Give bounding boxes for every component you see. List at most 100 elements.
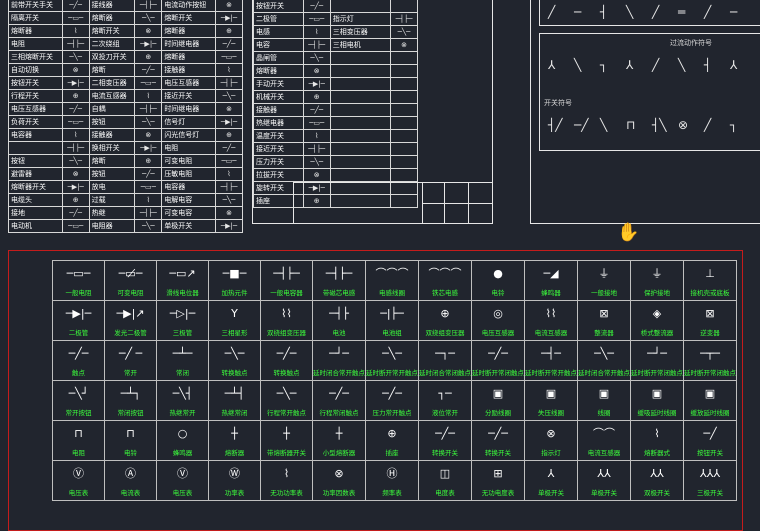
library-cell[interactable]: ⅄ 单极开关 bbox=[524, 460, 578, 501]
legend-label: 熔断器开关 bbox=[8, 180, 63, 194]
library-cell[interactable]: ─┘─ 延时闭合常开触点 bbox=[312, 340, 366, 381]
library-cell[interactable]: ─▭̸─ 可变电阻 bbox=[104, 260, 157, 301]
library-cell[interactable]: ▣ 线圈 bbox=[577, 380, 631, 421]
library-cell[interactable]: ⊞ 无功电度表 bbox=[471, 460, 525, 501]
library-cell[interactable]: ─╱─ 行程常闭触点 bbox=[312, 380, 366, 421]
library-cell[interactable]: ─╲─ 转换触点 bbox=[208, 340, 261, 381]
library-cell[interactable]: ┼ 熔断器 bbox=[208, 420, 261, 461]
legend-symbol: ─╲─ bbox=[134, 115, 163, 129]
library-cell[interactable]: ⌒⌒⌒ 电感线圈 bbox=[365, 260, 419, 301]
library-cell[interactable]: ─■─ 加热元件 bbox=[208, 260, 261, 301]
legend-symbol: ─┤├─ bbox=[390, 12, 418, 26]
library-cell[interactable]: ─▭─ 一般电阻 bbox=[52, 260, 105, 301]
library-cell[interactable]: ⌒⌒⌒ 铁芯电感 bbox=[418, 260, 472, 301]
library-cell[interactable]: ⅄⅄ 双极开关 bbox=[630, 460, 684, 501]
legend-label: 三相电机 bbox=[329, 38, 392, 52]
legend-row: 电感 ⌇ 三相变压器 ─╲─ bbox=[253, 25, 418, 39]
library-cell[interactable]: ─╲─ 行程常开触点 bbox=[260, 380, 313, 421]
library-cell[interactable]: ● 电铃 bbox=[471, 260, 525, 301]
library-cell[interactable]: ─┬─ 延时断开常闭触点 bbox=[683, 340, 737, 381]
library-cell[interactable]: ─╱ ─ 常开 bbox=[104, 340, 157, 381]
library-cell[interactable]: ─╱─ 转换触点 bbox=[260, 340, 313, 381]
library-cell[interactable]: Y 三相星形 bbox=[208, 300, 261, 341]
library-cell[interactable]: ⊕ 双绕组变压器 bbox=[418, 300, 472, 341]
legend-symbol: ─╱─ bbox=[302, 0, 331, 13]
library-cell[interactable]: ▣ 失压线圈 bbox=[524, 380, 578, 421]
library-cell[interactable]: ─╲┤ 热继常开 bbox=[156, 380, 209, 421]
legend-label: 二次绕组 bbox=[88, 37, 136, 51]
cad-drawing-canvas[interactable]: 前带开关手关 ─╱─ 接线器 ─┤├─ 电流动作按钮 ⊗ 隔离开关 ─▭─ 熔断器 ─╲─ 熔断开关… bbox=[0, 0, 760, 531]
library-cell[interactable]: ◎ 电压互感器 bbox=[471, 300, 525, 341]
library-cell[interactable]: ─┴┐ 常闭按钮 bbox=[104, 380, 157, 421]
library-cell[interactable]: ─┤├─ 一般电容器 bbox=[260, 260, 313, 301]
library-cell[interactable]: ─╱─ 转换开关 bbox=[471, 420, 525, 461]
legend-row: 隔离开关 ─▭─ 熔断器 ─╲─ 熔断开关 ─▶|─ bbox=[8, 11, 243, 25]
library-cell[interactable]: Ⓦ 功率表 bbox=[208, 460, 261, 501]
library-cell[interactable]: ○ 蜂鸣器 bbox=[156, 420, 209, 461]
library-cell[interactable]: ─▶|─ 二极管 bbox=[52, 300, 105, 341]
library-cell[interactable]: ▣ 缓吸延时线圈 bbox=[630, 380, 684, 421]
legend-label: 信号灯 bbox=[161, 115, 216, 129]
legend-symbol: ⌇ bbox=[215, 167, 243, 181]
library-cell[interactable]: ─╲┘ 常开按钮 bbox=[52, 380, 105, 421]
library-cell[interactable]: ⅄⅄⅄ 三极开关 bbox=[683, 460, 737, 501]
library-cell[interactable]: ⊗ 指示灯 bbox=[524, 420, 578, 461]
library-cell[interactable]: ◫ 电度表 bbox=[418, 460, 472, 501]
legend-label: 自动切换 bbox=[8, 63, 63, 77]
library-cell[interactable]: ┼ 小型熔断器 bbox=[312, 420, 366, 461]
library-cell[interactable]: ▣ 分励线圈 bbox=[471, 380, 525, 421]
library-cell[interactable]: ─▶|↗ 发光二极管 bbox=[104, 300, 157, 341]
library-cell[interactable]: ⏚ 保护接地 bbox=[630, 260, 684, 301]
library-symbol: ─╱─ bbox=[488, 347, 508, 360]
library-cell[interactable]: ⊓ 电阻 bbox=[52, 420, 105, 461]
library-cell[interactable]: ⌇ 熔断器式 bbox=[630, 420, 684, 461]
library-cell[interactable]: ─|├─ 电池组 bbox=[365, 300, 419, 341]
library-cell[interactable]: ─◢ 蜂鸣器 bbox=[524, 260, 578, 301]
library-cell[interactable]: ─┤─ 延时断开常开触点 bbox=[524, 340, 578, 381]
library-cell[interactable]: ⌇ 无功功率表 bbox=[260, 460, 313, 501]
library-symbol: ─┬─ bbox=[700, 347, 720, 360]
legend-label: 电解电容 bbox=[161, 193, 216, 207]
library-cell[interactable]: Ⓗ 频率表 bbox=[365, 460, 419, 501]
library-cell[interactable]: ─╱─ 压力常开触点 bbox=[365, 380, 419, 421]
library-cell[interactable]: ⊗ 功率因数表 bbox=[312, 460, 366, 501]
library-cell[interactable]: Ⓥ 电压表 bbox=[156, 460, 209, 501]
library-cell[interactable]: ─╲─ 延时闭合常开触点 bbox=[577, 340, 631, 381]
library-cell[interactable]: ─╱─ 转换开关 bbox=[418, 420, 472, 461]
library-cell[interactable]: Ⓥ 电压表 bbox=[52, 460, 105, 501]
library-cell[interactable]: ▣ 缓放延时线圈 bbox=[683, 380, 737, 421]
library-row: ─▭─ 一般电阻 ─▭̸─ 可变电阻 ─▭↗ 滑线电位器 ─■─ 加热元件 ─┤├─ 一般电容器 ─… bbox=[52, 260, 737, 301]
library-cell[interactable]: ⅄⅄ 单极开关 bbox=[577, 460, 631, 501]
switch-symbol: ┐ bbox=[600, 58, 608, 72]
library-caption: 电流互感器 bbox=[587, 449, 621, 457]
library-cell[interactable]: ─▭↗ 滑线电位器 bbox=[156, 260, 209, 301]
library-caption: 电池组 bbox=[382, 329, 402, 337]
library-cell[interactable]: ─┤├─ 带磁芯电感 bbox=[312, 260, 366, 301]
library-cell[interactable]: Ⓐ 电流表 bbox=[104, 460, 157, 501]
library-cell[interactable]: ─┐─ 延时闭合常闭触点 bbox=[418, 340, 472, 381]
library-cell[interactable]: ⌇⌇ 电流互感器 bbox=[524, 300, 578, 341]
library-cell[interactable]: ─┤├ 电池 bbox=[312, 300, 366, 341]
library-cell[interactable]: ─┴─ 常闭 bbox=[156, 340, 209, 381]
library-cell[interactable]: ─┘─ 延时断开常闭触点 bbox=[630, 340, 684, 381]
library-cell[interactable]: ─▷|─ 三极管 bbox=[156, 300, 209, 341]
library-cell[interactable]: ◈ 桥式整流器 bbox=[630, 300, 684, 341]
library-symbol: ┼ bbox=[335, 427, 343, 440]
library-cell[interactable]: ⊓ 电铃 bbox=[104, 420, 157, 461]
library-cell[interactable]: ⏚ 一般接地 bbox=[577, 260, 631, 301]
library-cell[interactable]: ⌒⌒ 电流互感器 bbox=[577, 420, 631, 461]
library-cell[interactable]: ┐─ 液位常开 bbox=[418, 380, 472, 421]
library-cell[interactable]: ─╱ 按钮开关 bbox=[683, 420, 737, 461]
library-cell[interactable]: ⊥ 接机壳或底板 bbox=[683, 260, 737, 301]
library-cell[interactable]: ⊠ 整流器 bbox=[577, 300, 631, 341]
library-cell[interactable]: ⊠ 逆变器 bbox=[683, 300, 737, 341]
library-cell[interactable]: ⌇⌇ 双绕组变压器 bbox=[260, 300, 313, 341]
legend-symbol: ─┤├─ bbox=[61, 37, 90, 51]
symbol-panel-contacts: 过流动作符号 ⅄ ╲ ┐ ⅄ ╱ ╲ ┤ ⅄ 开关符号 ┤╱ ─╱ ╲ ⊓ ┤╲ ⊗ ╱ ┐ bbox=[539, 33, 760, 151]
library-cell[interactable]: ─╱─ 触点 bbox=[52, 340, 105, 381]
library-cell[interactable]: ─┴┤ 热继常闭 bbox=[208, 380, 261, 421]
library-cell[interactable]: ─╲─ 延时断开常开触点 bbox=[365, 340, 419, 381]
library-cell[interactable]: ┼ 带熔断器开关 bbox=[260, 420, 313, 461]
library-cell[interactable]: ⊕ 插座 bbox=[365, 420, 419, 461]
library-cell[interactable]: ─╱─ 延时断开常闭触点 bbox=[471, 340, 525, 381]
